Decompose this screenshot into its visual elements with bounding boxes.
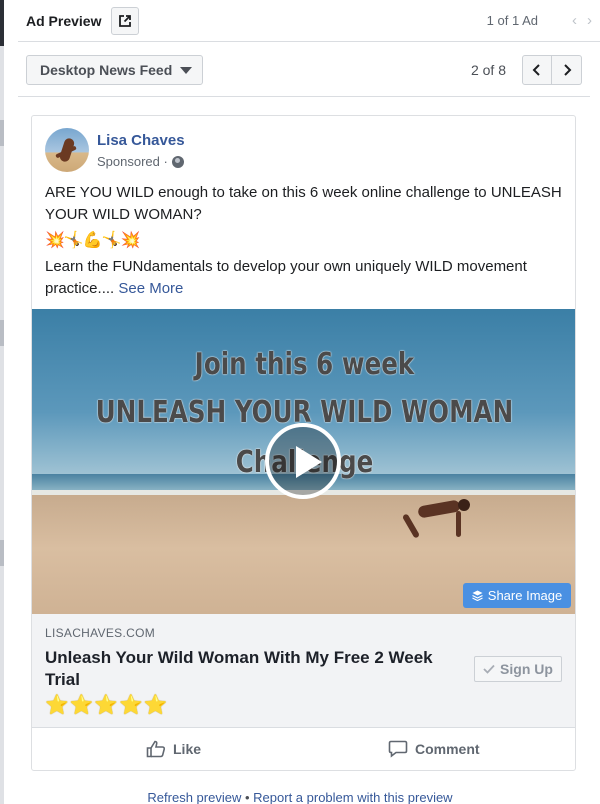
caret-down-icon: [180, 66, 193, 74]
left-panel-edge: [0, 0, 4, 804]
post-emoji-line: 💥🤸💪🤸💥: [45, 232, 141, 249]
person-arm: [456, 511, 461, 537]
sponsored-label: Sponsored ·: [97, 154, 184, 169]
preview-toolbar: Desktop News Feed 2 of 8: [18, 43, 590, 97]
preview-pager-count: 2 of 8: [470, 62, 506, 78]
external-link-icon: [119, 14, 132, 27]
left-panel-marker: [0, 540, 4, 566]
layers-icon: [472, 590, 483, 601]
thumbs-up-icon: [146, 740, 166, 758]
star-rating: ⭐⭐⭐⭐⭐: [45, 695, 169, 716]
left-panel-marker: [0, 120, 4, 146]
play-icon[interactable]: [265, 423, 341, 499]
avatar[interactable]: [45, 128, 89, 172]
ad-nav: ‹ ›: [572, 12, 592, 29]
sponsored-text: Sponsored ·: [97, 154, 168, 169]
comment-label: Comment: [415, 741, 480, 757]
share-image-label: Share Image: [487, 588, 563, 603]
like-label: Like: [173, 741, 202, 757]
person-torso: [417, 499, 461, 519]
link-headline[interactable]: Unleash Your Wild Woman With My Free 2 W…: [45, 647, 465, 691]
sign-up-button[interactable]: Sign Up: [474, 656, 562, 682]
ad-video[interactable]: Join this 6 week UNLEASH YOUR WILD WOMAN…: [32, 309, 575, 614]
post-text-line2: Learn the FUNdamentals to develop your o…: [45, 256, 565, 300]
checkmark-icon: [483, 664, 495, 674]
open-external-button[interactable]: [111, 6, 140, 35]
placement-label: Desktop News Feed: [40, 62, 173, 78]
ad-post-card: Lisa Chaves Sponsored · ARE YOU WILD eno…: [31, 115, 576, 771]
left-panel-dark-block: [0, 0, 4, 46]
like-button[interactable]: Like: [146, 740, 201, 758]
globe-icon: [171, 155, 184, 168]
comment-button[interactable]: Comment: [388, 740, 480, 758]
refresh-preview-link[interactable]: Refresh preview: [147, 790, 241, 804]
post-actions: Like Comment: [32, 727, 575, 770]
chevron-right-icon[interactable]: ›: [587, 12, 592, 29]
ad-preview-title: Ad Preview: [26, 12, 102, 29]
previous-preview-button[interactable]: [522, 55, 552, 85]
left-panel-marker: [0, 320, 4, 346]
sign-up-label: Sign Up: [500, 661, 553, 677]
placement-dropdown[interactable]: Desktop News Feed: [26, 55, 203, 85]
footer-separator: •: [244, 790, 250, 804]
ad-preview-header: Ad Preview 1 of 1 Ad ‹ ›: [18, 0, 600, 42]
video-person: [400, 497, 476, 539]
person-head: [458, 499, 470, 511]
post-author[interactable]: Lisa Chaves: [97, 132, 185, 149]
see-more-link[interactable]: See More: [118, 280, 183, 297]
person-leg: [401, 513, 421, 539]
share-image-button[interactable]: Share Image: [463, 583, 571, 608]
post-text-line1: ARE YOU WILD enough to take on this 6 we…: [45, 184, 562, 223]
preview-footer: Refresh preview • Report a problem with …: [0, 790, 600, 804]
next-preview-button[interactable]: [552, 55, 582, 85]
comment-icon: [388, 740, 408, 758]
chevron-right-icon: [563, 64, 571, 76]
ad-count: 1 of 1 Ad: [486, 13, 538, 28]
video-overlay-line1: Join this 6 week: [194, 347, 415, 382]
chevron-left-icon: [532, 64, 540, 76]
report-problem-link[interactable]: Report a problem with this preview: [253, 790, 452, 804]
chevron-left-icon[interactable]: ‹: [572, 12, 577, 29]
link-domain: LISACHAVES.COM: [45, 626, 156, 640]
link-preview[interactable]: LISACHAVES.COM Unleash Your Wild Woman W…: [32, 614, 575, 727]
